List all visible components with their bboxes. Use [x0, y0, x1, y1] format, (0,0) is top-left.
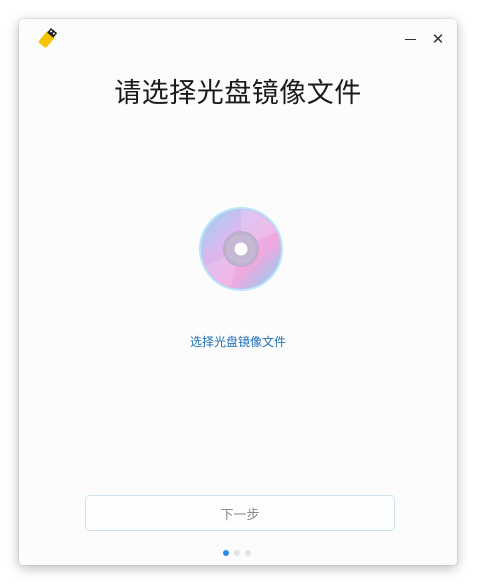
- page-dot-1: [223, 550, 229, 556]
- minimize-button[interactable]: [400, 29, 420, 49]
- optical-disc-icon[interactable]: [196, 204, 286, 294]
- page-title: 请选择光盘镜像文件: [114, 78, 362, 109]
- minimize-icon: [404, 39, 416, 40]
- close-icon: ✕: [431, 30, 445, 48]
- close-button[interactable]: ✕: [428, 29, 448, 49]
- next-button[interactable]: 下一步: [85, 495, 395, 531]
- usb-drive-icon: [38, 28, 58, 48]
- page-indicator: [223, 550, 251, 556]
- dialog-window: ✕ 请选择光盘镜像文件 选择光盘镜像文件 下一步: [19, 19, 457, 565]
- page-dot-3: [245, 550, 251, 556]
- page-dot-2: [234, 550, 240, 556]
- select-iso-file-link[interactable]: 选择光盘镜像文件: [19, 333, 457, 350]
